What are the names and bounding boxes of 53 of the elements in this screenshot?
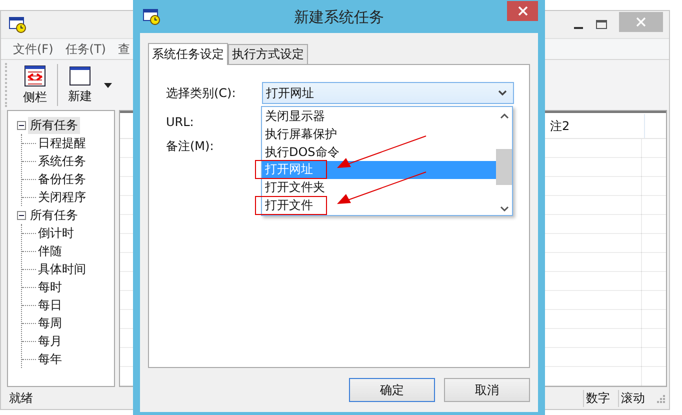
column-header[interactable]: 注2	[548, 114, 645, 138]
toolbar-button[interactable]: 侧栏	[17, 62, 53, 108]
sidebar-icon	[24, 64, 46, 86]
chevron-icon	[498, 90, 507, 96]
status-text: 就绪	[9, 390, 33, 406]
close-icon	[636, 16, 646, 26]
tree-item[interactable]: 每年	[36, 350, 64, 368]
dropdown-option[interactable]: 执行DOS命令	[262, 144, 496, 162]
scroll-thumb[interactable]	[496, 149, 512, 185]
tab[interactable]: 系统任务设定	[148, 43, 228, 65]
menu-item[interactable]: 文件(F)	[13, 40, 54, 58]
tree-item[interactable]: 日程提醒	[36, 134, 88, 152]
scroll-down-icon[interactable]	[500, 206, 508, 212]
collapse-icon[interactable]	[17, 210, 26, 220]
tree-item[interactable]: 备份任务	[36, 170, 88, 188]
category-dropdown[interactable]: 打开网址	[262, 82, 514, 104]
tree-item[interactable]: 系统任务	[36, 152, 88, 170]
status-indicator: 滚动	[618, 390, 647, 406]
maximize-icon[interactable]	[596, 20, 607, 30]
dialog-button[interactable]: 取消	[444, 378, 530, 402]
caret-icon[interactable]	[104, 82, 112, 88]
collapse-icon[interactable]	[17, 120, 26, 130]
tree-item[interactable]: 所有任务	[28, 206, 80, 224]
scrollbar[interactable]	[496, 107, 512, 215]
menu-item[interactable]: 查	[118, 40, 130, 58]
tree-item[interactable]: 每月	[36, 332, 64, 350]
window-icon	[69, 66, 91, 86]
tree-item[interactable]: 具体时间	[36, 260, 88, 278]
dropdown-option[interactable]: 关闭显示器	[262, 108, 496, 126]
tree-item[interactable]: 每时	[36, 278, 64, 296]
tab[interactable]: 执行方式设定	[228, 44, 308, 64]
dropdown-option[interactable]: 打开文件夹	[262, 179, 496, 197]
dialog-title: 新建系统任务	[294, 8, 384, 27]
field-label: 备注(M):	[166, 138, 215, 154]
close-button[interactable]	[507, 0, 538, 20]
dialog-button[interactable]: 确定	[349, 378, 435, 402]
scroll-up-icon[interactable]	[500, 113, 508, 119]
tree-item[interactable]: 倒计时	[36, 224, 76, 242]
app-icon	[9, 16, 27, 32]
close-icon	[518, 6, 528, 16]
tree-item[interactable]: 关闭程序	[36, 188, 88, 206]
tree-item[interactable]: 伴随	[36, 242, 64, 260]
resize-grip-icon[interactable]	[655, 393, 665, 403]
toolbar-button[interactable]: 新建	[62, 64, 98, 106]
field-label: URL:	[166, 115, 195, 129]
app-icon	[143, 8, 161, 24]
tree-item[interactable]: 所有任务	[28, 116, 80, 134]
dropdown-option[interactable]: 执行屏幕保护	[262, 126, 496, 144]
tree-item[interactable]: 每周	[36, 314, 64, 332]
tree-item[interactable]: 每日	[36, 296, 64, 314]
menu-item[interactable]: 任务(T)	[65, 40, 106, 58]
field-label: 选择类别(C):	[166, 84, 237, 102]
status-indicator: 数字	[583, 390, 612, 406]
